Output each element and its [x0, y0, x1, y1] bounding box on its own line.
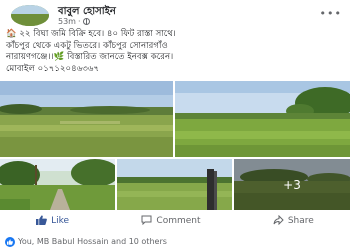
like-button[interactable]: Like: [36, 214, 70, 228]
post-text: 🏠 ২২ বিঘা জমি বিক্রি হবে। ৪০ ফিট রাস্তা …: [6, 29, 346, 75]
photo-land-4[interactable]: [117, 159, 232, 210]
like-label: Like: [51, 216, 70, 226]
share-icon: [273, 214, 284, 228]
comment-label: Comment: [156, 216, 201, 226]
reaction-summary[interactable]: You, MB Babul Hossain and 10 others: [0, 233, 350, 250]
photo-land-5[interactable]: +3: [234, 159, 350, 210]
comment-button[interactable]: Comment: [141, 215, 201, 228]
post-text-line: 🏠 ২২ বিঘা জমি বিক্রি হবে। ৪০ ফিট রাস্তা …: [6, 29, 176, 39]
avatar[interactable]: [11, 5, 49, 26]
more-icon[interactable]: •••: [320, 7, 342, 20]
like-reaction-icon: [5, 236, 15, 247]
globe-icon: [82, 18, 90, 25]
photo-land-2[interactable]: [175, 81, 350, 157]
photo-grid: +3: [0, 81, 350, 210]
timestamp[interactable]: 53m: [58, 17, 76, 26]
photo-land-1[interactable]: [0, 81, 173, 157]
comment-icon: [141, 215, 152, 228]
post-text-line: নারায়ণগঞ্জে।।🌿 বিস্তারিত জানতে ইনবক্স ক…: [6, 52, 174, 62]
post-text-line: মোবাইল ০১৭১২০৪৬৩৬৭: [6, 63, 100, 74]
post-meta: 53m ·: [58, 17, 90, 26]
post-text-line: কাঁচপুর থেকে একটু ভিতরে। কাঁচপুর সোনারগা…: [6, 40, 168, 51]
photo-land-3[interactable]: [0, 159, 115, 210]
reaction-text: You, MB Babul Hossain and 10 others: [18, 237, 167, 246]
share-label: Share: [287, 216, 314, 226]
share-button[interactable]: Share: [273, 214, 314, 228]
like-icon: [36, 214, 48, 228]
post-header: বাবুল হোসাইন 53m · •••: [0, 0, 350, 28]
more-photos-count[interactable]: +3: [234, 159, 350, 210]
action-bar: Like Comment Share: [0, 211, 350, 231]
